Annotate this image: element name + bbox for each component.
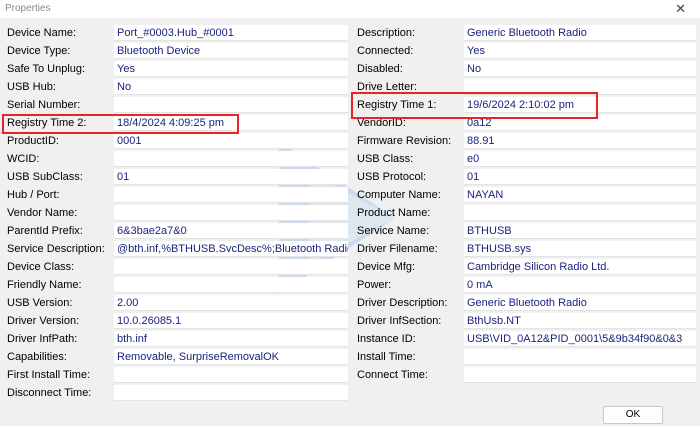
field-label: Connect Time: (357, 369, 428, 381)
product-name-field[interactable] (464, 205, 696, 221)
field-label: ParentId Prefix: (7, 225, 83, 237)
field-label: Safe To Unplug: (7, 63, 86, 75)
field-label: Instance ID: (357, 333, 416, 345)
first-install-time-field[interactable] (114, 367, 348, 383)
close-icon[interactable]: ✕ (675, 1, 686, 17)
field-label: Serial Number: (7, 99, 81, 111)
serial-number-field[interactable] (114, 97, 348, 113)
field-label: Disconnect Time: (7, 387, 92, 399)
field-label: Connected: (357, 45, 414, 57)
install-time-field[interactable] (464, 349, 696, 365)
field-label: Device Mfg: (357, 261, 416, 273)
field-label: ProductID: (7, 135, 59, 147)
window-title: Properties (5, 3, 51, 14)
field-label: Driver Version: (7, 315, 80, 327)
field-label: Device Name: (7, 27, 77, 39)
hub-port-field[interactable] (114, 187, 348, 203)
field-label: USB Protocol: (357, 171, 427, 183)
driver-filename-field[interactable]: BTHUSB.sys (464, 241, 696, 257)
device-class-field[interactable] (114, 259, 348, 275)
usb-version-field[interactable]: 2.00 (114, 295, 348, 311)
title-bar: Properties ✕ (0, 0, 700, 18)
connected-field[interactable]: Yes (464, 43, 696, 59)
firmware-revision-field[interactable]: 88.91 (464, 133, 696, 149)
field-label: Firmware Revision: (357, 135, 452, 147)
instance-id-field[interactable]: USB\VID_0A12&PID_0001\5&9b34f90&0&3 (464, 331, 696, 347)
friendly-name-field[interactable] (114, 277, 348, 293)
field-label: Driver Filename: (357, 243, 438, 255)
field-label: Product Name: (357, 207, 431, 219)
field-label: USB Hub: (7, 81, 56, 93)
highlight-box-registry-time-1 (351, 92, 598, 119)
product-id-field[interactable]: 0001 (114, 133, 348, 149)
field-label: Disabled: (357, 63, 403, 75)
field-label: Hub / Port: (7, 189, 60, 201)
field-label: Driver Description: (357, 297, 448, 309)
parentid-prefix-field[interactable]: 6&3bae2a7&0 (114, 223, 348, 239)
description-field[interactable]: Generic Bluetooth Radio (464, 25, 696, 41)
field-label: Driver InfSection: (357, 315, 442, 327)
vendor-name-field[interactable] (114, 205, 348, 221)
field-label: Service Description: (7, 243, 105, 255)
usb-hub-field[interactable]: No (114, 79, 348, 95)
field-label: WCID: (7, 153, 40, 165)
highlight-box-registry-time-2 (2, 114, 239, 134)
device-mfg-field[interactable]: Cambridge Silicon Radio Ltd. (464, 259, 696, 275)
usb-class-field[interactable]: e0 (464, 151, 696, 167)
field-label: Computer Name: (357, 189, 441, 201)
field-label: Service Name: (357, 225, 430, 237)
driver-description-field[interactable]: Generic Bluetooth Radio (464, 295, 696, 311)
capabilities-field[interactable]: Removable, SurpriseRemovalOK (114, 349, 348, 365)
disabled-field[interactable]: No (464, 61, 696, 77)
power-field[interactable]: 0 mA (464, 277, 696, 293)
field-label: Device Type: (7, 45, 71, 57)
field-label: Friendly Name: (7, 279, 82, 291)
service-description-field[interactable]: @bth.inf,%BTHUSB.SvcDesc%;Bluetooth Radi… (114, 241, 348, 257)
driver-infsection-field[interactable]: BthUsb.NT (464, 313, 696, 329)
field-label: USB Class: (357, 153, 414, 165)
field-label: Power: (357, 279, 392, 291)
connect-time-field[interactable] (464, 367, 696, 383)
usb-subclass-field[interactable]: 01 (114, 169, 348, 185)
usb-protocol-field[interactable]: 01 (464, 169, 696, 185)
service-name-field[interactable]: BTHUSB (464, 223, 696, 239)
device-type-field[interactable]: Bluetooth Device (114, 43, 348, 59)
field-label: Capabilities: (7, 351, 67, 363)
disconnect-time-field[interactable] (114, 385, 348, 401)
driver-version-field[interactable]: 10.0.26085.1 (114, 313, 348, 329)
device-name-field[interactable]: Port_#0003.Hub_#0001 (114, 25, 348, 41)
computer-name-field[interactable]: NAYAN (464, 187, 696, 203)
field-label: Device Class: (7, 261, 75, 273)
field-label: Install Time: (357, 351, 416, 363)
field-label: USB Version: (7, 297, 73, 309)
field-label: USB SubClass: (7, 171, 83, 183)
field-label: First Install Time: (7, 369, 91, 381)
properties-panel: Device Name: Port_#0003.Hub_#0001 Device … (0, 19, 700, 426)
safe-to-unplug-field[interactable]: Yes (114, 61, 348, 77)
field-label: Driver InfPath: (7, 333, 78, 345)
wcid-field[interactable] (114, 151, 348, 167)
field-label: Description: (357, 27, 416, 39)
field-label: Vendor Name: (7, 207, 78, 219)
driver-infpath-field[interactable]: bth.inf (114, 331, 348, 347)
ok-button[interactable]: OK (603, 406, 663, 424)
